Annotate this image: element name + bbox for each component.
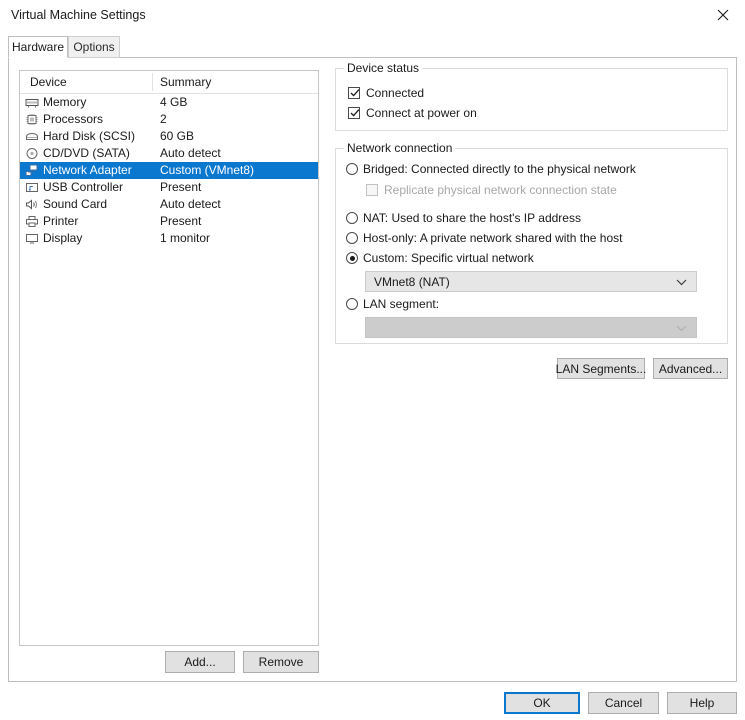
- connected-label: Connected: [366, 86, 425, 100]
- table-row[interactable]: Printer Present: [20, 213, 318, 230]
- chevron-down-icon: [676, 275, 687, 289]
- virtual-network-value: VMnet8 (NAT): [374, 274, 450, 289]
- usb-controller-icon: [25, 181, 39, 194]
- device-summary: Custom (VMnet8): [160, 163, 255, 177]
- radio-host-only-label: Host-only: A private network shared with…: [363, 231, 623, 245]
- device-name: Hard Disk (SCSI): [43, 129, 136, 143]
- tab-hardware-label: Hardware: [11, 40, 65, 54]
- device-name: Display: [43, 231, 83, 245]
- checkbox-checked-icon: [348, 107, 360, 119]
- radio-custom[interactable]: Custom: Specific virtual network: [346, 251, 534, 265]
- network-adapter-icon: [25, 164, 39, 177]
- device-summary: 4 GB: [160, 95, 188, 109]
- add-button[interactable]: Add...: [165, 651, 235, 673]
- radio-bridged[interactable]: Bridged: Connected directly to the physi…: [346, 162, 636, 176]
- network-connection-legend: Network connection: [344, 141, 456, 155]
- advanced-button[interactable]: Advanced...: [653, 358, 728, 379]
- device-summary: Auto detect: [160, 146, 221, 160]
- remove-button[interactable]: Remove: [243, 651, 319, 673]
- title-bar: Virtual Machine Settings: [0, 0, 745, 30]
- table-row[interactable]: USB Controller Present: [20, 179, 318, 196]
- checkbox-checked-icon: [348, 87, 360, 99]
- radio-unselected-icon: [346, 163, 358, 175]
- connect-at-power-on-label: Connect at power on: [366, 106, 477, 120]
- window-title: Virtual Machine Settings: [11, 8, 146, 22]
- device-summary: Present: [160, 180, 202, 194]
- connect-at-power-on-checkbox[interactable]: Connect at power on: [348, 106, 477, 120]
- tab-strip: Hardware Options: [8, 36, 737, 58]
- processor-icon: [25, 113, 39, 126]
- radio-host-only[interactable]: Host-only: A private network shared with…: [346, 231, 622, 245]
- device-name: Processors: [43, 112, 104, 126]
- cancel-button[interactable]: Cancel: [588, 692, 659, 714]
- device-list-header: Device Summary: [20, 71, 318, 94]
- replicate-physical-state-checkbox: Replicate physical network connection st…: [366, 183, 617, 197]
- column-header-summary[interactable]: Summary: [160, 75, 211, 89]
- device-name: Printer: [43, 214, 79, 228]
- replicate-physical-state-label: Replicate physical network connection st…: [384, 183, 617, 197]
- radio-selected-icon: [346, 252, 358, 264]
- hard-disk-icon: [25, 130, 39, 143]
- ok-button[interactable]: OK: [504, 692, 580, 714]
- cd-dvd-icon: [25, 147, 39, 160]
- radio-custom-label: Custom: Specific virtual network: [363, 251, 534, 265]
- tab-options[interactable]: Options: [68, 36, 120, 58]
- radio-unselected-icon: [346, 212, 358, 224]
- sound-card-icon: [25, 198, 39, 211]
- table-row[interactable]: Processors 2: [20, 111, 318, 128]
- chevron-down-icon: [676, 321, 687, 335]
- radio-nat[interactable]: NAT: Used to share the host's IP address: [346, 211, 581, 225]
- table-row[interactable]: Memory 4 GB: [20, 94, 318, 111]
- device-name: USB Controller: [43, 180, 124, 194]
- device-list[interactable]: Device Summary Memory 4 GB Processors 2 …: [19, 70, 319, 646]
- radio-unselected-icon: [346, 232, 358, 244]
- table-row[interactable]: Network Adapter Custom (VMnet8): [20, 162, 318, 179]
- radio-lan-segment[interactable]: LAN segment:: [346, 297, 439, 311]
- close-icon[interactable]: [700, 0, 745, 30]
- tab-hardware[interactable]: Hardware: [8, 36, 68, 58]
- network-connection-group: Network connection Bridged: Connected di…: [335, 141, 728, 344]
- printer-icon: [25, 215, 39, 228]
- table-row[interactable]: CD/DVD (SATA) Auto detect: [20, 145, 318, 162]
- device-summary: 1 monitor: [160, 231, 211, 245]
- device-name: Network Adapter: [43, 163, 132, 177]
- device-status-group: Device status Connected Connect at power…: [335, 61, 728, 131]
- column-header-device[interactable]: Device: [30, 75, 67, 89]
- lan-segment-select: [365, 317, 697, 338]
- device-summary: 2: [160, 112, 167, 126]
- column-divider: [152, 73, 153, 91]
- device-status-legend: Device status: [344, 61, 423, 75]
- device-summary: Auto detect: [160, 197, 221, 211]
- checkbox-unchecked-disabled-icon: [366, 184, 378, 196]
- help-button[interactable]: Help: [667, 692, 737, 714]
- radio-unselected-icon: [346, 298, 358, 310]
- radio-bridged-label: Bridged: Connected directly to the physi…: [363, 162, 636, 176]
- radio-lan-segment-label: LAN segment:: [363, 297, 440, 311]
- tab-options-label: Options: [73, 40, 115, 54]
- memory-icon: [25, 96, 39, 109]
- radio-nat-label: NAT: Used to share the host's IP address: [363, 211, 581, 225]
- lan-segments-button[interactable]: LAN Segments...: [556, 358, 646, 379]
- table-row[interactable]: Display 1 monitor: [20, 230, 318, 247]
- connected-checkbox[interactable]: Connected: [348, 86, 424, 100]
- display-icon: [25, 232, 39, 245]
- device-name: CD/DVD (SATA): [43, 146, 130, 160]
- device-name: Sound Card: [43, 197, 108, 211]
- virtual-machine-settings-dialog: Virtual Machine Settings Hardware Option…: [0, 0, 745, 720]
- virtual-network-select[interactable]: VMnet8 (NAT): [365, 271, 697, 292]
- device-summary: Present: [160, 214, 202, 228]
- device-summary: 60 GB: [160, 129, 195, 143]
- device-name: Memory: [43, 95, 87, 109]
- table-row[interactable]: Sound Card Auto detect: [20, 196, 318, 213]
- table-row[interactable]: Hard Disk (SCSI) 60 GB: [20, 128, 318, 145]
